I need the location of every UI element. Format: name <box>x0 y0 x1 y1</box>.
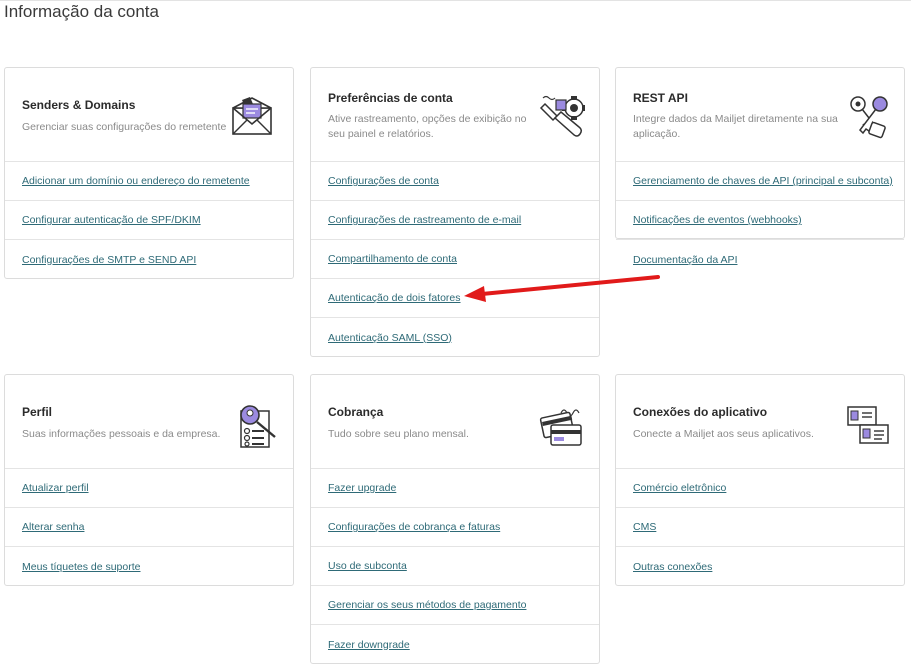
red-arrow-icon <box>464 275 660 302</box>
